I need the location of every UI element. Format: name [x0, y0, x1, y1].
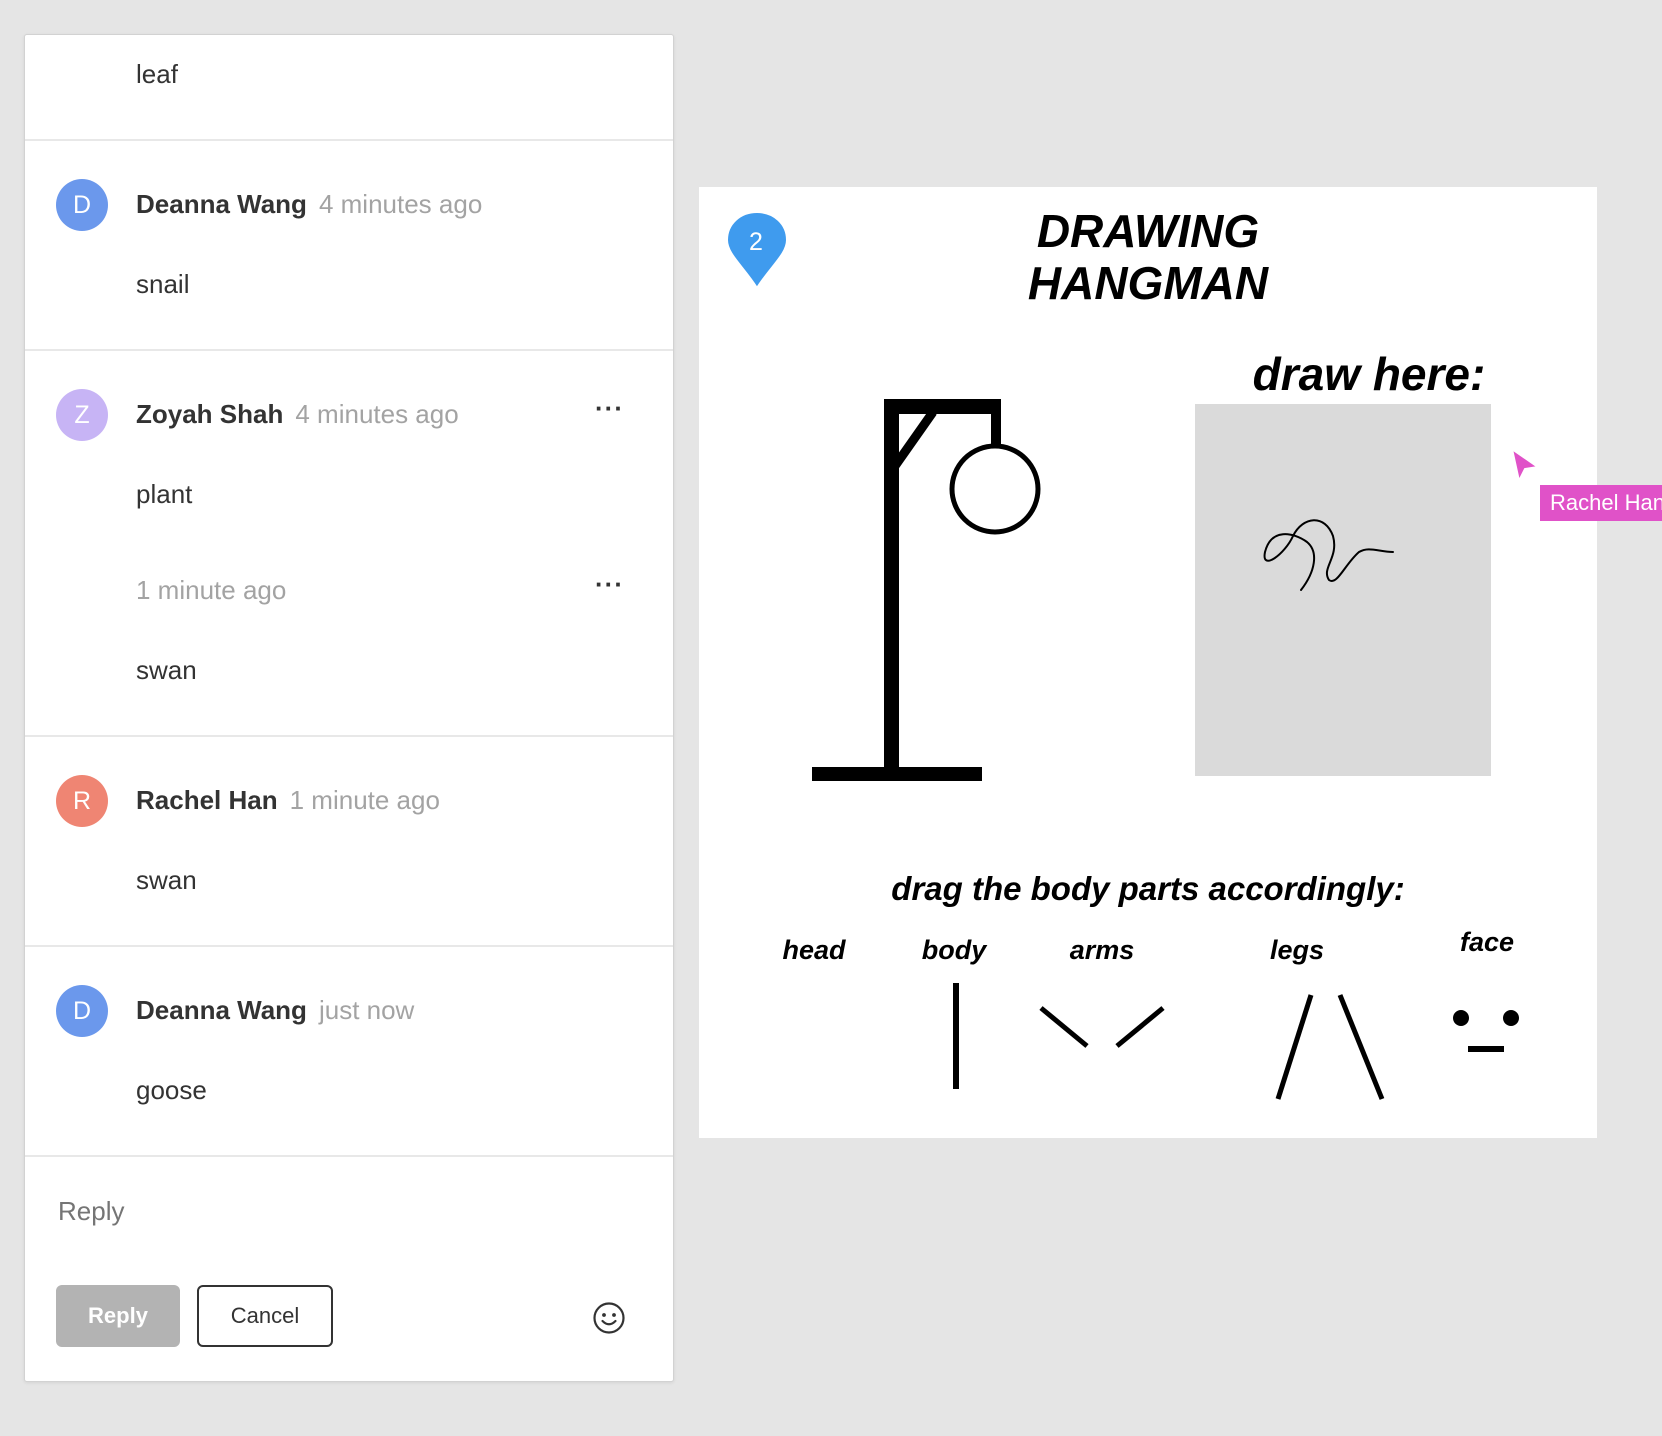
author-name: Deanna Wang	[136, 189, 307, 219]
reply-button[interactable]: Reply	[56, 1285, 180, 1347]
comment-author: Deanna Wang 4 minutes ago	[136, 189, 482, 220]
author-name: Zoyah Shah	[136, 399, 284, 429]
comment-item: R Rachel Han 1 minute ago swan	[25, 735, 673, 947]
reply-input[interactable]	[56, 1195, 640, 1228]
comment-item: D Deanna Wang just now goose	[25, 945, 673, 1157]
cancel-button[interactable]: Cancel	[197, 1285, 333, 1347]
author-name: Rachel Han	[136, 785, 278, 815]
comment-body: swan	[136, 865, 197, 895]
body-part-leg-left	[1275, 994, 1314, 1100]
comment-item: D Deanna Wang 4 minutes ago snail	[25, 139, 673, 351]
comment-body: leaf	[136, 59, 178, 89]
comment-item: leaf	[25, 35, 673, 141]
body-part-leg-right	[1337, 994, 1385, 1100]
body-part-eye-right	[1503, 1010, 1519, 1026]
hangman-frame[interactable]: DRAWING HANGMAN draw here: drag the body…	[699, 187, 1597, 1138]
smiley-icon[interactable]	[592, 1301, 626, 1335]
more-options-button[interactable]: ···	[595, 393, 624, 424]
comment-pin[interactable]: 2	[723, 210, 791, 290]
body-parts	[953, 983, 1519, 1100]
comment-author: Zoyah Shah 4 minutes ago	[136, 399, 459, 430]
body-part-arm-right	[1115, 1006, 1165, 1048]
comment-author: Rachel Han 1 minute ago	[136, 785, 440, 816]
avatar: D	[56, 179, 108, 231]
more-options-button[interactable]: ···	[595, 569, 624, 600]
comment-body: snail	[136, 269, 190, 299]
comment-author: Deanna Wang just now	[136, 995, 414, 1026]
comment-body: swan	[136, 655, 197, 685]
comment-item: Z Zoyah Shah 4 minutes ago ··· plant 1 mi…	[25, 349, 673, 737]
pin-count: 2	[749, 228, 763, 256]
avatar: D	[56, 985, 108, 1037]
cursor-user-tag: Rachel Han	[1540, 485, 1662, 521]
comment-body: goose	[136, 1075, 207, 1105]
author-name: Deanna Wang	[136, 995, 307, 1025]
avatar: Z	[56, 389, 108, 441]
comment-timestamp: 1 minute ago	[136, 575, 287, 605]
avatar: R	[56, 775, 108, 827]
body-part-arm-left	[1039, 1006, 1089, 1048]
body-part-mouth	[1468, 1046, 1504, 1052]
body-part-eye-left	[1453, 1010, 1469, 1026]
comment-timestamp: 4 minutes ago	[318, 189, 483, 219]
cursor-pointer-icon	[1510, 447, 1541, 484]
comment-timestamp: 4 minutes ago	[295, 399, 459, 429]
comment-body: plant	[136, 479, 193, 509]
comment-timestamp: 1 minute ago	[289, 785, 440, 815]
comment-thread-panel: leaf D Deanna Wang 4 minutes ago snail Z …	[24, 34, 674, 1382]
comment-timestamp: just now	[318, 995, 415, 1025]
